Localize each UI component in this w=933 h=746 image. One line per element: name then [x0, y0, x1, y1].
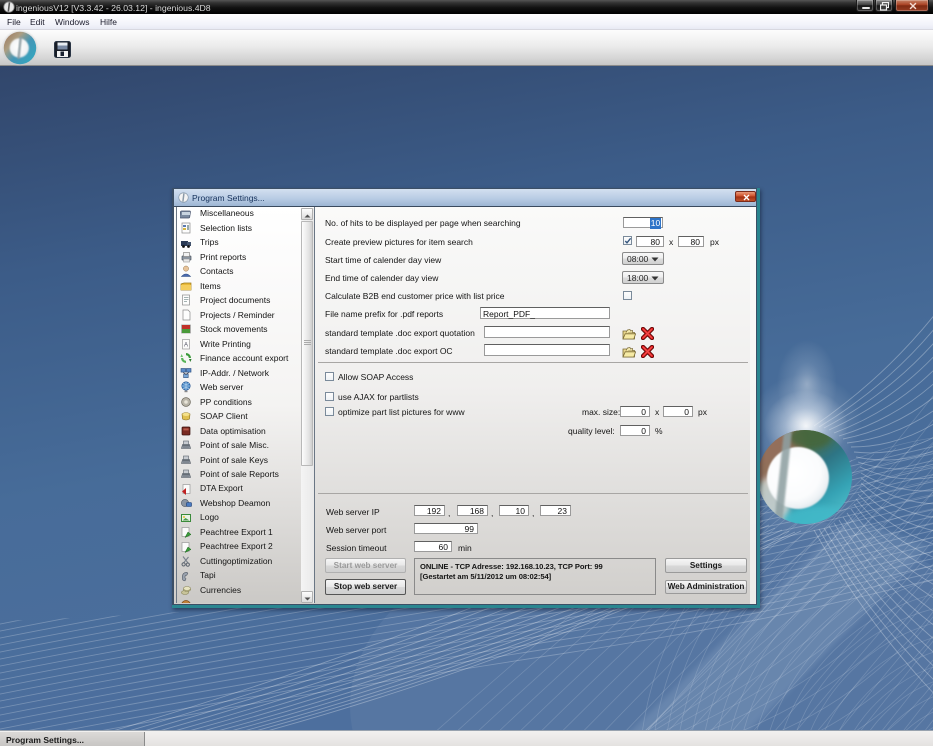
svg-text:A: A [184, 342, 188, 348]
